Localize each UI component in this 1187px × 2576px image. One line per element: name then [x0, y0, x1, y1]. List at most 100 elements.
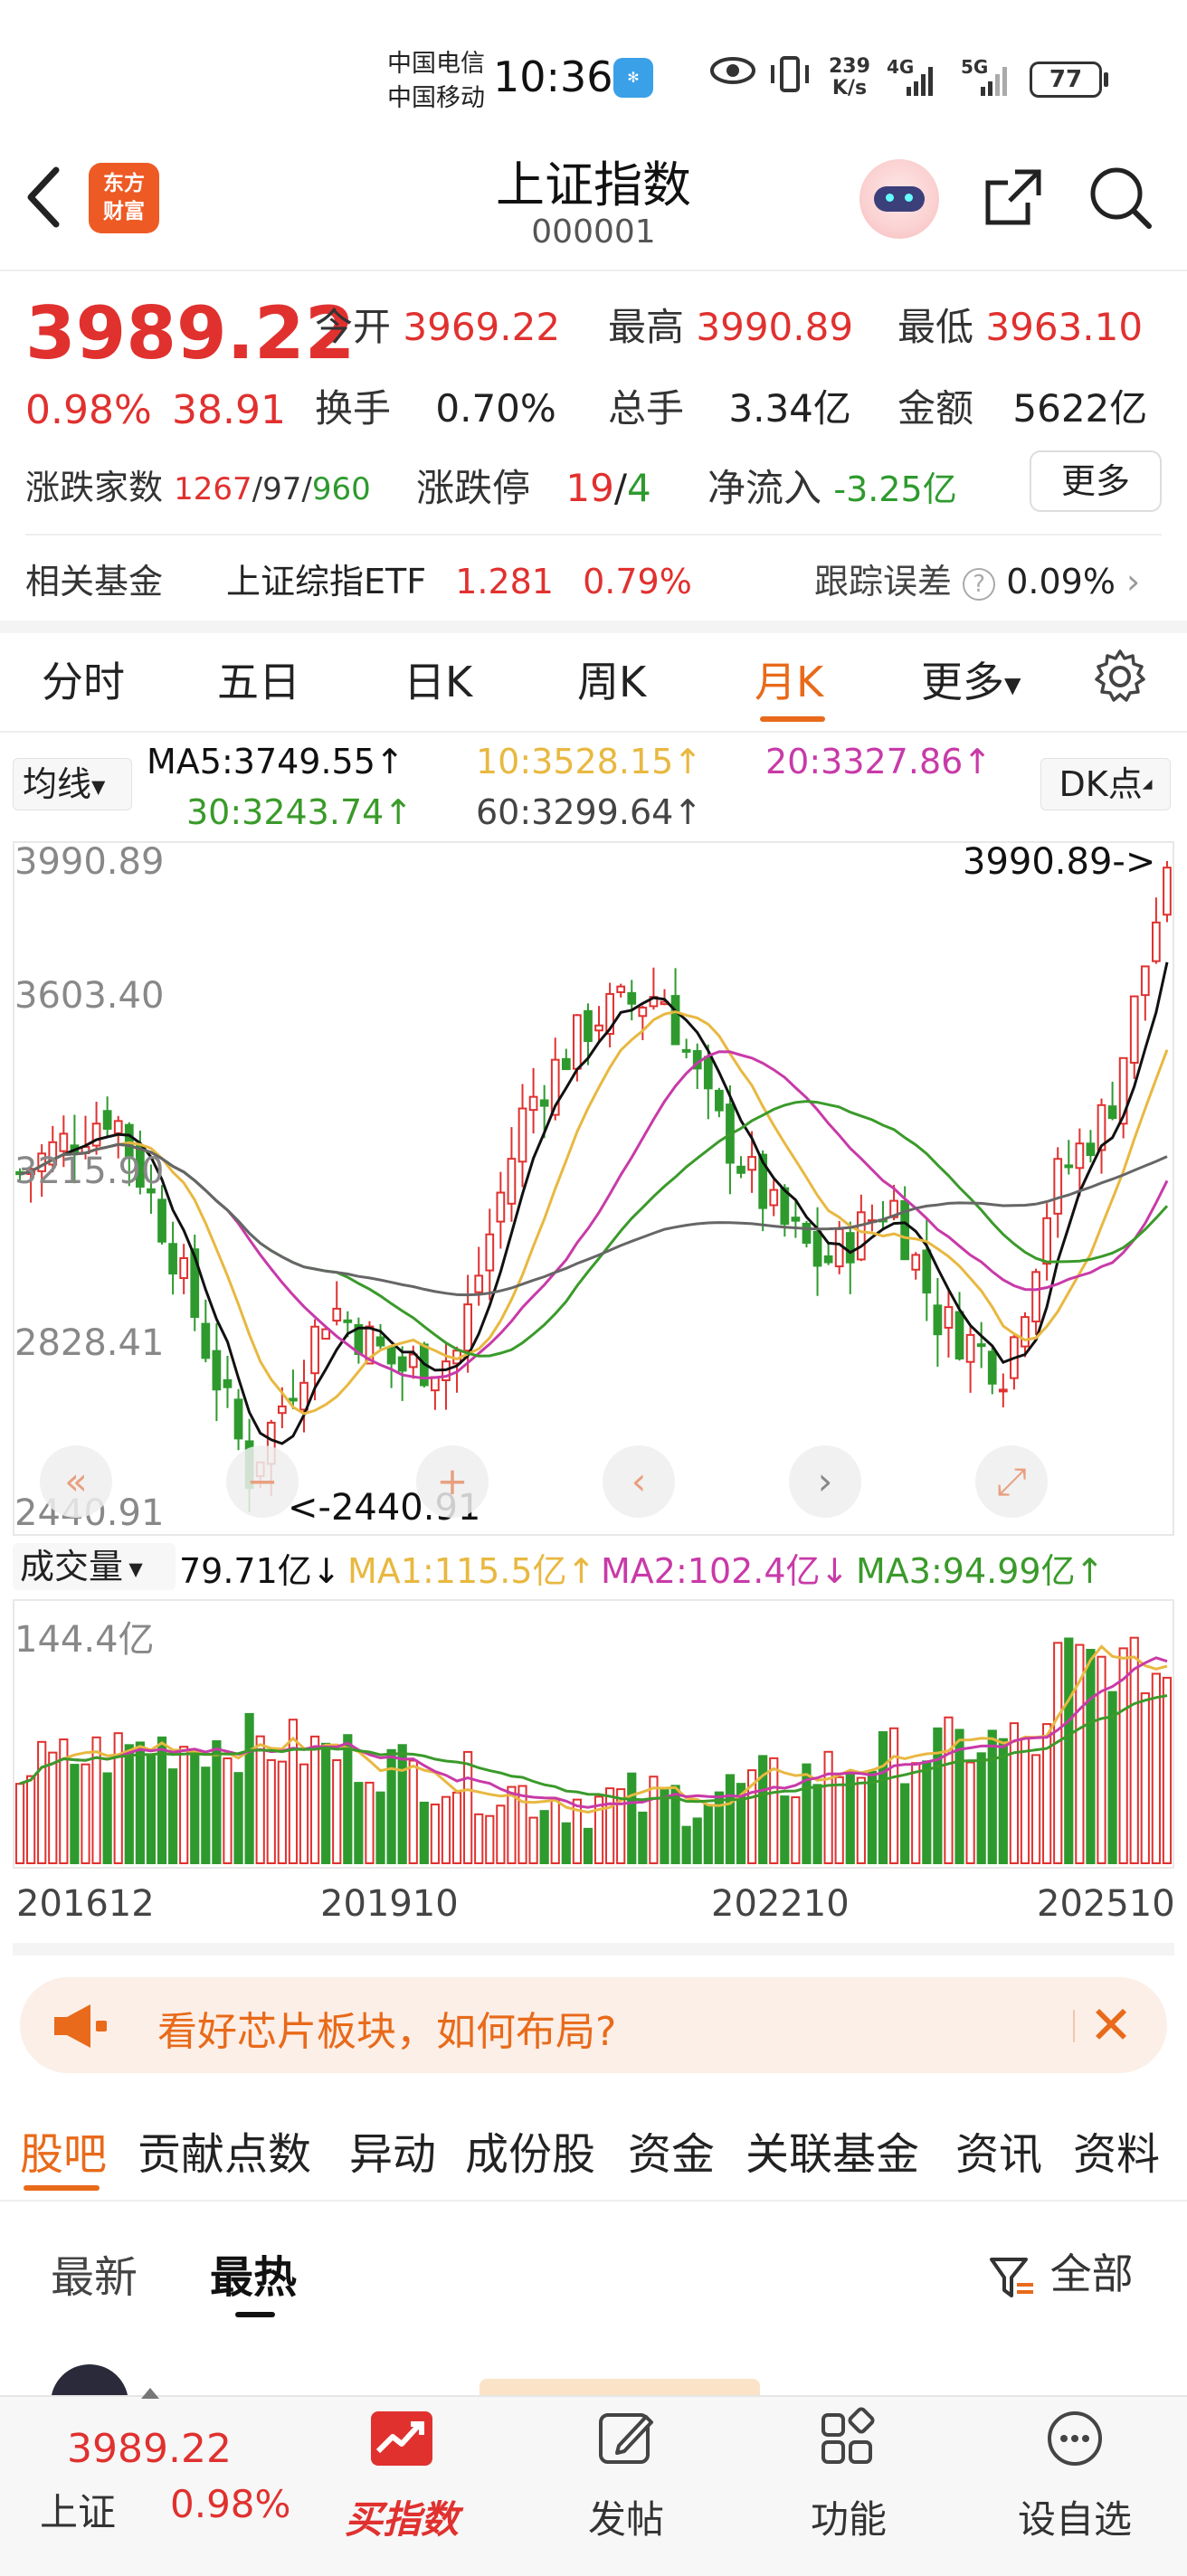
post-button[interactable]: [536, 2406, 717, 2475]
volume-bar: [965, 1761, 975, 1864]
more-stats-button[interactable]: 更多: [1030, 450, 1162, 512]
back-button[interactable]: [22, 161, 76, 233]
tab-news[interactable]: 资讯: [955, 2118, 1042, 2182]
fullscreen-button[interactable]: ⤢: [975, 1445, 1048, 1518]
add-watchlist-label[interactable]: 设自选: [984, 2489, 1165, 2544]
bottom-price[interactable]: 3989.22: [67, 2426, 232, 2472]
expand-icon: ⤢: [996, 1459, 1027, 1503]
tab-daily-k[interactable]: 日K: [404, 649, 472, 709]
candle: [845, 1232, 855, 1264]
tab-guba[interactable]: 股吧: [20, 2118, 107, 2182]
gear-icon: [1095, 649, 1145, 702]
netflow-label: 净流入: [707, 466, 822, 510]
filter-button[interactable]: 全部: [986, 2241, 1134, 2303]
volume-bar: [944, 1716, 954, 1864]
buy-index-label[interactable]: 买指数: [311, 2489, 492, 2544]
volume-bar: [976, 1752, 986, 1864]
fund-price: 1.281: [455, 562, 554, 601]
candle: [823, 1255, 833, 1264]
volume-bar: [135, 1741, 145, 1864]
volume-bar: [539, 1810, 549, 1865]
tracking-error[interactable]: 跟踪误差 ? 0.09% ›: [814, 554, 1140, 603]
add-watchlist-button[interactable]: [984, 2406, 1165, 2475]
chart-settings-button[interactable]: [1091, 648, 1149, 706]
candle: [1140, 965, 1150, 997]
ma30-value: 30:3243.74↑: [186, 792, 413, 832]
turnover-stat: 换手 0.70%: [315, 378, 556, 433]
volume-bar: [714, 1791, 724, 1864]
post-label[interactable]: 发帖: [536, 2489, 717, 2544]
subtab-hottest[interactable]: 最热: [210, 2241, 297, 2305]
filter-icon: [990, 2257, 1033, 2297]
stock-code: 000001: [531, 213, 656, 251]
volume-bar: [48, 1751, 58, 1864]
tab-related-funds[interactable]: 关联基金: [745, 2118, 919, 2182]
volume-bar: [834, 1776, 844, 1864]
tab-five-day[interactable]: 五日: [217, 649, 300, 709]
tab-capital[interactable]: 资金: [628, 2118, 715, 2182]
tab-profile[interactable]: 资料: [1073, 2118, 1160, 2182]
battery-tip: [1104, 72, 1108, 87]
ma-selector[interactable]: 均线▼: [13, 758, 132, 810]
volume-svg: [14, 1636, 1173, 1865]
candle: [289, 1397, 298, 1402]
related-fund-link[interactable]: 上证综指ETF 1.281 0.79%: [226, 554, 692, 603]
robot-eye: [905, 194, 913, 202]
tab-contribution[interactable]: 贡献点数: [138, 2118, 311, 2182]
subtab-latest[interactable]: 最新: [51, 2241, 138, 2305]
tab-constituents[interactable]: 成份股: [465, 2118, 595, 2182]
open-value: 3969.22: [403, 305, 561, 349]
tab-monthly-k[interactable]: 月K: [755, 649, 823, 709]
expand-up-icon[interactable]: [141, 2388, 159, 2399]
volume-bar: [419, 1801, 429, 1864]
tab-intraday[interactable]: 分时: [42, 649, 125, 709]
ai-assistant-avatar[interactable]: [859, 159, 939, 239]
volume-indicator-selector[interactable]: 成交量 ▼: [13, 1543, 176, 1590]
scroll-left-button[interactable]: ‹: [603, 1445, 675, 1518]
active-tab-indicator: [760, 716, 825, 722]
candle: [584, 1009, 593, 1043]
volume-bar: [638, 1811, 648, 1864]
low-stat: 最低 3963.10: [897, 297, 1143, 352]
volume-bar: [987, 1729, 997, 1864]
functions-label[interactable]: 功能: [758, 2489, 939, 2544]
volume-bar: [528, 1816, 538, 1864]
signal-bars-icon: [981, 67, 1007, 96]
zoom-in-button[interactable]: +: [416, 1445, 489, 1518]
candle: [157, 1198, 166, 1243]
kline-chart[interactable]: [13, 841, 1174, 1536]
kline-svg: [15, 861, 1172, 1512]
scroll-to-start-button[interactable]: «: [40, 1445, 112, 1518]
dk-point-button[interactable]: DK点◢: [1040, 758, 1171, 810]
tab-more[interactable]: 更多▼: [921, 649, 1021, 709]
zoom-out-button[interactable]: −: [226, 1445, 299, 1518]
volume-bar: [791, 1796, 801, 1864]
search-button[interactable]: [1086, 163, 1154, 232]
candle: [715, 1089, 724, 1112]
chevron-right-icon: ›: [817, 1459, 833, 1503]
amount-stat: 金额 5622亿: [897, 378, 1147, 433]
battery-level: 77: [1049, 66, 1083, 93]
volume-bar: [81, 1763, 90, 1864]
candle: [1021, 1316, 1030, 1348]
tab-weekly-k[interactable]: 周K: [577, 649, 646, 709]
plus-icon: +: [436, 1459, 469, 1503]
functions-button[interactable]: [758, 2406, 939, 2475]
tab-movement[interactable]: 异动: [349, 2118, 436, 2182]
volume-bar: [365, 1781, 375, 1864]
ma-selector-label: 均线: [23, 764, 92, 804]
app-logo[interactable]: 东方 财富: [89, 163, 159, 233]
promo-close-button[interactable]: ✕: [1084, 1994, 1138, 2057]
promo-text[interactable]: 看好芯片板块，如何布局?: [157, 1999, 616, 2057]
candle: [1031, 1271, 1040, 1323]
limit-down-count: 4: [626, 466, 651, 510]
turnover-label: 换手: [315, 386, 392, 431]
buy-index-button[interactable]: [311, 2410, 492, 2471]
share-button[interactable]: [979, 163, 1048, 232]
page-title: 上证指数: [496, 156, 691, 213]
fund-name: 上证综指ETF: [226, 562, 427, 601]
volume-chart[interactable]: [13, 1599, 1174, 1869]
volume-bar: [277, 1760, 287, 1864]
scroll-right-button[interactable]: ›: [789, 1445, 861, 1518]
robot-eye: [886, 194, 894, 202]
